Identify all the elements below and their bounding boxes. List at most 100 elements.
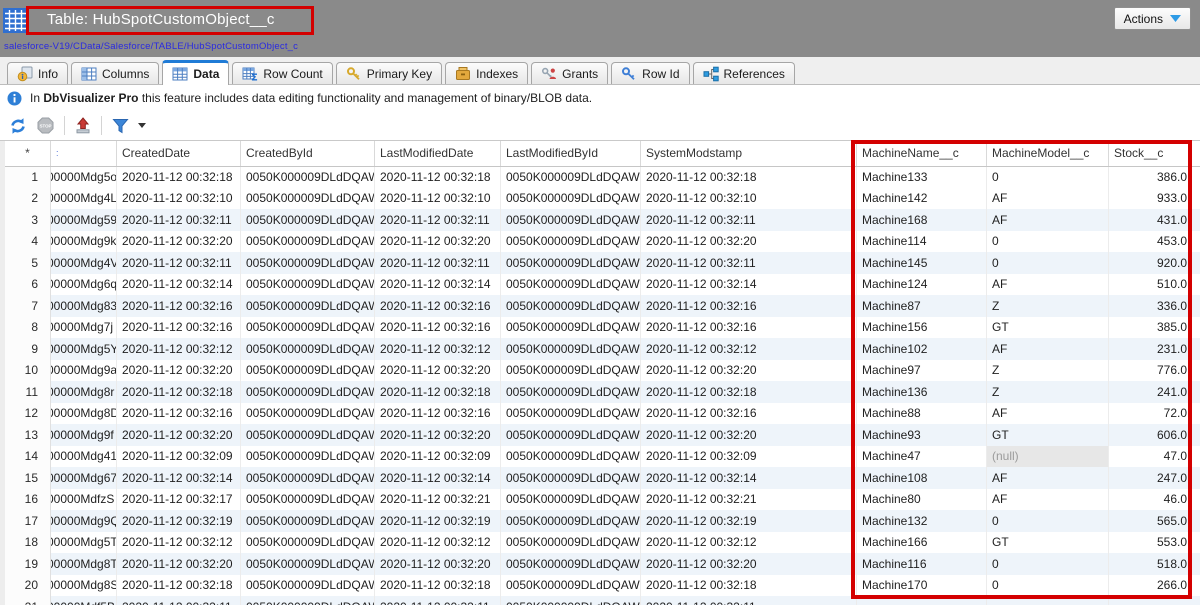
- data-cell[interactable]: 2020-11-12 00:32:20: [116, 230, 241, 252]
- data-cell[interactable]: Z: [986, 381, 1109, 403]
- data-cell[interactable]: 0050K000009DLdDQAW: [500, 230, 641, 252]
- data-cell[interactable]: 0050K000009DLdDQAW: [500, 209, 641, 231]
- data-cell[interactable]: 453.0: [1108, 230, 1200, 252]
- data-cell[interactable]: 0: [986, 166, 1109, 188]
- data-cell[interactable]: 0050K000009DLdDQAW: [240, 252, 375, 274]
- actions-button[interactable]: Actions: [1113, 7, 1191, 30]
- row-number-cell[interactable]: 7: [0, 295, 51, 317]
- data-cell[interactable]: 2020-11-12 00:32:12: [374, 531, 501, 553]
- data-cell[interactable]: 920.0: [1108, 252, 1200, 274]
- data-cell[interactable]: 0050K000009DLdDQAW: [240, 510, 375, 532]
- data-cell[interactable]: 0050K000009DLdDQAW: [500, 467, 641, 489]
- data-cell[interactable]: Machine88: [856, 402, 987, 424]
- data-cell[interactable]: 00000Mdg6q: [50, 273, 117, 295]
- data-cell[interactable]: 0050K000009DLdDQAW: [240, 596, 375, 605]
- data-cell[interactable]: Machine168: [856, 209, 987, 231]
- data-cell[interactable]: 2020-11-12 00:32:20: [640, 553, 857, 575]
- column-header-LastModifiedDate[interactable]: LastModifiedDate: [374, 141, 501, 167]
- data-cell[interactable]: 2020-11-12 00:32:18: [374, 166, 501, 188]
- data-cell[interactable]: 00000Mdg7j: [50, 316, 117, 338]
- data-cell[interactable]: AF: [986, 467, 1109, 489]
- data-cell[interactable]: Machine133: [856, 166, 987, 188]
- data-cell[interactable]: 2020-11-12 00:32:20: [116, 553, 241, 575]
- data-cell[interactable]: Machine136: [856, 381, 987, 403]
- data-cell[interactable]: 00000Mdg41: [50, 445, 117, 467]
- data-cell[interactable]: Z: [986, 295, 1109, 317]
- data-cell[interactable]: 0050K000009DLdDQAW: [500, 596, 641, 605]
- data-cell[interactable]: 00000Mdg8S: [50, 574, 117, 596]
- data-cell[interactable]: 2020-11-12 00:32:16: [374, 295, 501, 317]
- row-number-cell[interactable]: 10: [0, 359, 51, 381]
- data-cell[interactable]: 47.0: [1108, 445, 1200, 467]
- data-cell[interactable]: 2020-11-12 00:32:16: [116, 295, 241, 317]
- data-cell[interactable]: GT: [986, 531, 1109, 553]
- data-cell[interactable]: 2020-11-12 00:32:16: [116, 402, 241, 424]
- data-cell[interactable]: 2020-11-12 00:32:20: [374, 424, 501, 446]
- data-cell[interactable]: 0050K000009DLdDQAW: [500, 295, 641, 317]
- data-cell[interactable]: Machine170: [856, 574, 987, 596]
- data-cell[interactable]: 386.0: [1108, 166, 1200, 188]
- data-cell[interactable]: 0050K000009DLdDQAW: [500, 402, 641, 424]
- data-cell[interactable]: 0050K000009DLdDQAW: [240, 187, 375, 209]
- data-cell[interactable]: Machine87: [856, 295, 987, 317]
- data-cell[interactable]: 2020-11-12 00:32:16: [374, 316, 501, 338]
- data-cell[interactable]: [1108, 596, 1200, 605]
- data-cell[interactable]: 606.0: [1108, 424, 1200, 446]
- data-cell[interactable]: Machine124: [856, 273, 987, 295]
- data-cell[interactable]: 0050K000009DLdDQAW: [240, 295, 375, 317]
- filter-button[interactable]: [111, 117, 130, 135]
- data-cell[interactable]: 266.0: [1108, 574, 1200, 596]
- column-header-LastModifiedById[interactable]: LastModifiedById: [500, 141, 641, 167]
- data-cell[interactable]: Machine116: [856, 553, 987, 575]
- data-cell[interactable]: 0050K000009DLdDQAW: [240, 467, 375, 489]
- row-number-cell[interactable]: 16: [0, 488, 51, 510]
- tab-references[interactable]: References: [692, 62, 795, 84]
- data-cell[interactable]: 385.0: [1108, 316, 1200, 338]
- filter-menu-button[interactable]: [137, 122, 147, 129]
- data-cell[interactable]: 00000Mdg83: [50, 295, 117, 317]
- data-cell[interactable]: 0050K000009DLdDQAW: [240, 359, 375, 381]
- data-cell[interactable]: 2020-11-12 00:32:18: [640, 166, 857, 188]
- data-cell[interactable]: AF: [986, 488, 1109, 510]
- data-cell[interactable]: 00000Mdg9a: [50, 359, 117, 381]
- data-cell[interactable]: 2020-11-12 00:32:12: [640, 531, 857, 553]
- row-number-cell[interactable]: 9: [0, 338, 51, 360]
- row-number-cell[interactable]: 12: [0, 402, 51, 424]
- column-header-MachineModel__c[interactable]: MachineModel__c: [986, 141, 1109, 167]
- data-cell[interactable]: 0050K000009DLdDQAW: [500, 316, 641, 338]
- data-cell[interactable]: 0050K000009DLdDQAW: [500, 273, 641, 295]
- data-cell[interactable]: [856, 596, 987, 605]
- data-cell[interactable]: 00000Mdg59: [50, 209, 117, 231]
- data-cell[interactable]: 2020-11-12 00:32:14: [116, 467, 241, 489]
- data-cell[interactable]: 2020-11-12 00:32:20: [374, 553, 501, 575]
- reload-button[interactable]: [7, 116, 29, 136]
- data-cell[interactable]: 00000Mdg4L: [50, 187, 117, 209]
- data-cell[interactable]: 933.0: [1108, 187, 1200, 209]
- data-cell[interactable]: 565.0: [1108, 510, 1200, 532]
- data-cell[interactable]: Machine145: [856, 252, 987, 274]
- data-cell[interactable]: 2020-11-12 00:32:11: [116, 209, 241, 231]
- column-header-MachineName__c[interactable]: MachineName__c: [856, 141, 987, 167]
- row-number-cell[interactable]: 17: [0, 510, 51, 532]
- data-cell[interactable]: 0050K000009DLdDQAW: [500, 187, 641, 209]
- data-cell[interactable]: 2020-11-12 00:32:16: [640, 402, 857, 424]
- data-cell[interactable]: 00000Mdg8D: [50, 402, 117, 424]
- data-cell[interactable]: 0050K000009DLdDQAW: [500, 574, 641, 596]
- data-cell[interactable]: 2020-11-12 00:32:20: [374, 359, 501, 381]
- data-cell[interactable]: AF: [986, 187, 1109, 209]
- data-cell[interactable]: 0050K000009DLdDQAW: [500, 359, 641, 381]
- data-cell[interactable]: 0050K000009DLdDQAW: [240, 338, 375, 360]
- row-number-cell[interactable]: 21: [0, 596, 51, 605]
- data-cell[interactable]: 2020-11-12 00:32:18: [116, 381, 241, 403]
- data-cell[interactable]: 2020-11-12 00:32:12: [640, 338, 857, 360]
- data-cell[interactable]: 2020-11-12 00:32:10: [374, 187, 501, 209]
- data-cell[interactable]: 2020-11-12 00:32:11: [374, 252, 501, 274]
- data-cell[interactable]: 0050K000009DLdDQAW: [500, 381, 641, 403]
- data-cell[interactable]: 00000Mdg5o: [50, 166, 117, 188]
- data-cell[interactable]: 2020-11-12 00:32:18: [116, 166, 241, 188]
- data-cell[interactable]: 2020-11-12 00:32:20: [640, 230, 857, 252]
- data-cell[interactable]: 2020-11-12 00:32:19: [374, 510, 501, 532]
- data-cell[interactable]: Machine102: [856, 338, 987, 360]
- data-cell[interactable]: 0050K000009DLdDQAW: [240, 316, 375, 338]
- data-cell[interactable]: 0050K000009DLdDQAW: [500, 338, 641, 360]
